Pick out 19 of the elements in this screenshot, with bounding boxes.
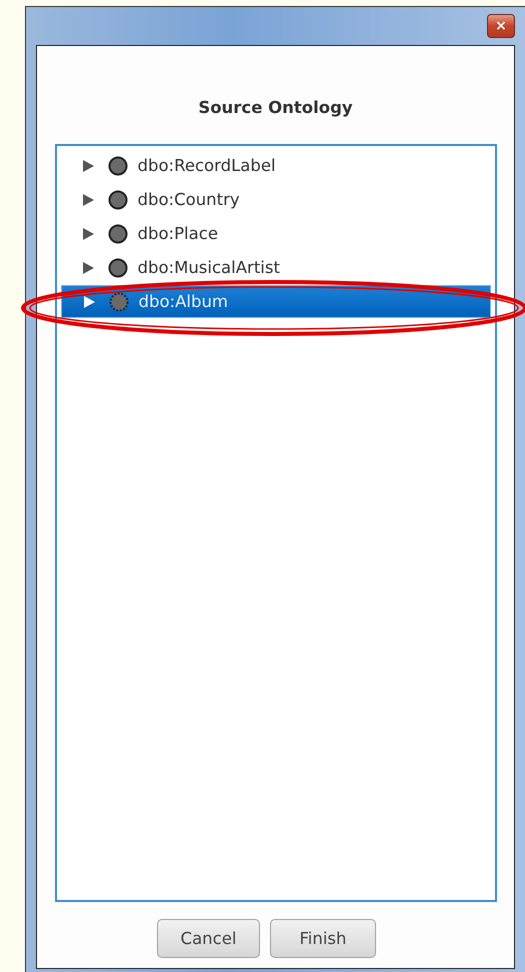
- class-circle-icon: [108, 258, 128, 278]
- class-circle-icon: [108, 292, 128, 312]
- tree-item[interactable]: dbo:RecordLabel: [60, 149, 490, 182]
- tree-item[interactable]: dbo:Country: [60, 183, 490, 216]
- expand-arrow-icon[interactable]: [80, 226, 94, 240]
- tree-item[interactable]: dbo:Place: [60, 217, 490, 250]
- tree-item[interactable]: dbo:Album: [60, 285, 490, 318]
- dialog-heading: Source Ontology: [198, 98, 353, 119]
- expand-arrow-icon[interactable]: [80, 260, 94, 274]
- cancel-button[interactable]: Cancel: [157, 919, 260, 958]
- class-circle-icon: [108, 224, 128, 244]
- expand-arrow-icon[interactable]: [80, 158, 94, 172]
- tree-item[interactable]: dbo:MusicalArtist: [60, 251, 490, 284]
- class-circle-icon: [108, 156, 128, 176]
- expand-arrow-icon[interactable]: [80, 192, 94, 206]
- class-circle-icon: [108, 190, 128, 210]
- close-button[interactable]: ×: [487, 14, 515, 38]
- finish-button[interactable]: Finish: [270, 919, 376, 958]
- expand-arrow-icon[interactable]: [82, 294, 96, 308]
